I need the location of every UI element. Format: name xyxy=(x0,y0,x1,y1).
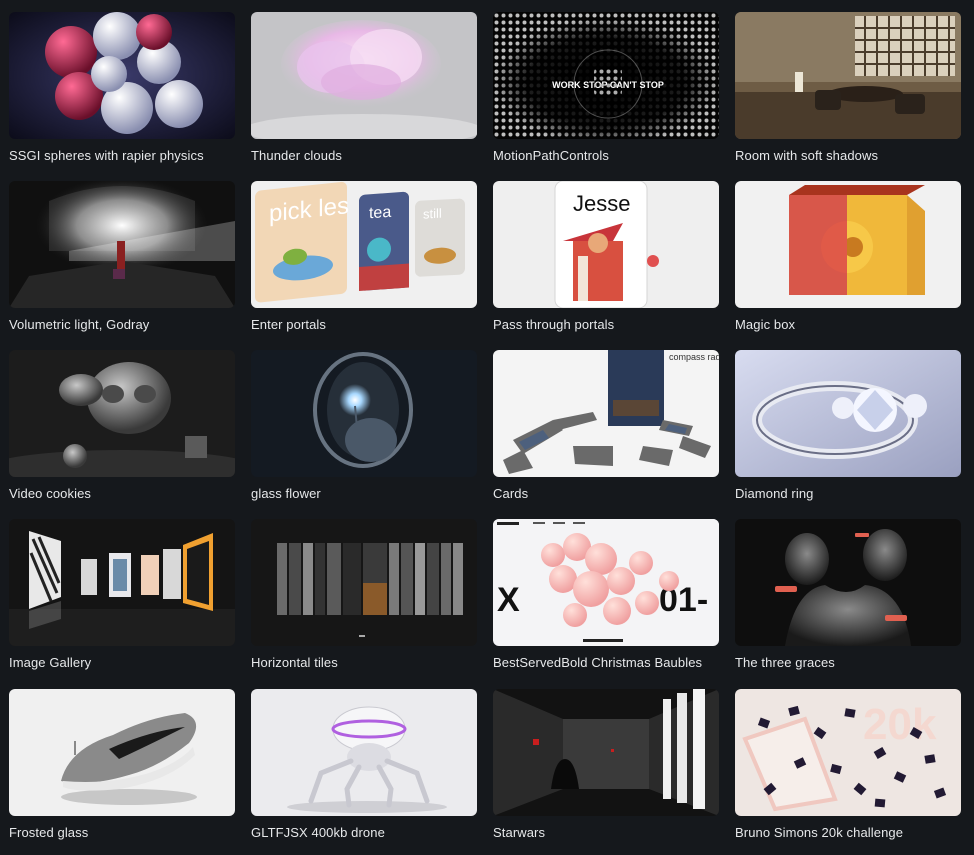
example-title[interactable]: Pass through portals xyxy=(493,317,614,332)
example-thumbnail xyxy=(9,519,235,646)
example-title[interactable]: Room with soft shadows xyxy=(735,148,878,163)
example-thumbnail xyxy=(735,181,961,308)
example-title[interactable]: Cards xyxy=(493,486,528,501)
example-card-bruno-simons-20k[interactable]: 20k Bruno Simons 20k challenge xyxy=(735,689,961,853)
example-title[interactable]: The three graces xyxy=(735,655,835,670)
example-title[interactable]: SSGI spheres with rapier physics xyxy=(9,148,204,163)
baubles-left-text: X xyxy=(497,581,520,619)
example-thumbnail: WORK STOP CAN'T STOP xyxy=(493,12,719,139)
example-title[interactable]: glass flower xyxy=(251,486,321,501)
example-thumbnail xyxy=(251,689,477,816)
example-title[interactable]: GLTFJSX 400kb drone xyxy=(251,825,385,840)
example-thumbnail xyxy=(9,689,235,816)
example-thumbnail xyxy=(735,350,961,477)
portal-jesse-text: Jesse xyxy=(573,191,630,216)
example-thumbnail xyxy=(251,519,477,646)
example-card-room-soft-shadows[interactable]: Room with soft shadows xyxy=(735,12,961,176)
example-card-cards[interactable]: compass rad Cards xyxy=(493,350,719,514)
example-card-image-gallery[interactable]: Image Gallery xyxy=(9,519,235,683)
example-thumbnail: compass rad xyxy=(493,350,719,477)
example-card-motion-path-controls[interactable]: WORK STOP CAN'T STOP MotionPathControls xyxy=(493,12,719,176)
example-thumbnail xyxy=(735,519,961,646)
example-thumbnail: Jesse xyxy=(493,181,719,308)
example-title[interactable]: Video cookies xyxy=(9,486,91,501)
example-thumbnail: X 01- xyxy=(493,519,719,646)
example-card-diamond-ring[interactable]: Diamond ring xyxy=(735,350,961,514)
example-thumbnail xyxy=(9,12,235,139)
cards-label-text: compass rad xyxy=(669,352,719,362)
example-thumbnail xyxy=(9,181,235,308)
example-thumbnail: 20k xyxy=(735,689,961,816)
portal-tea-text: tea xyxy=(369,204,391,223)
example-card-horizontal-tiles[interactable]: Horizontal tiles xyxy=(251,519,477,683)
example-thumbnail xyxy=(9,350,235,477)
example-card-gltfjsx-drone[interactable]: GLTFJSX 400kb drone xyxy=(251,689,477,853)
example-title[interactable]: Magic box xyxy=(735,317,795,332)
example-title[interactable]: Thunder clouds xyxy=(251,148,342,163)
example-card-ssgi-spheres[interactable]: SSGI spheres with rapier physics xyxy=(9,12,235,176)
portal-still-text: still xyxy=(423,206,442,222)
example-title[interactable]: Frosted glass xyxy=(9,825,88,840)
example-title[interactable]: MotionPathControls xyxy=(493,148,609,163)
example-title[interactable]: Diamond ring xyxy=(735,486,814,501)
example-title[interactable]: Volumetric light, Godray xyxy=(9,317,149,332)
example-thumbnail xyxy=(251,12,477,139)
example-title[interactable]: Bruno Simons 20k challenge xyxy=(735,825,903,840)
example-thumbnail xyxy=(735,12,961,139)
example-card-magic-box[interactable]: Magic box xyxy=(735,181,961,345)
example-thumbnail: pick les tea still xyxy=(251,181,477,308)
examples-gallery: SSGI spheres with rapier physics Thunder… xyxy=(0,0,974,855)
example-card-starwars[interactable]: Starwars xyxy=(493,689,719,853)
twenty-k-text: 20k xyxy=(863,700,937,749)
example-card-video-cookies[interactable]: Video cookies xyxy=(9,350,235,514)
example-card-glass-flower[interactable]: glass flower xyxy=(251,350,477,514)
example-thumbnail xyxy=(251,350,477,477)
example-title[interactable]: Starwars xyxy=(493,825,545,840)
example-title[interactable]: Horizontal tiles xyxy=(251,655,338,670)
example-title[interactable]: BestServedBold Christmas Baubles xyxy=(493,655,702,670)
example-card-enter-portals[interactable]: pick les tea still Enter portals xyxy=(251,181,477,345)
example-thumbnail xyxy=(493,689,719,816)
example-card-christmas-baubles[interactable]: X 01- BestServedBold Christmas Baubles xyxy=(493,519,719,683)
example-card-pass-through-portals[interactable]: Jesse Pass through portals xyxy=(493,181,719,345)
example-title[interactable]: Image Gallery xyxy=(9,655,91,670)
example-card-thunder-clouds[interactable]: Thunder clouds xyxy=(251,12,477,176)
example-card-volumetric-light[interactable]: Volumetric light, Godray xyxy=(9,181,235,345)
example-title[interactable]: Enter portals xyxy=(251,317,326,332)
example-card-three-graces[interactable]: The three graces xyxy=(735,519,961,683)
example-card-frosted-glass[interactable]: Frosted glass xyxy=(9,689,235,853)
